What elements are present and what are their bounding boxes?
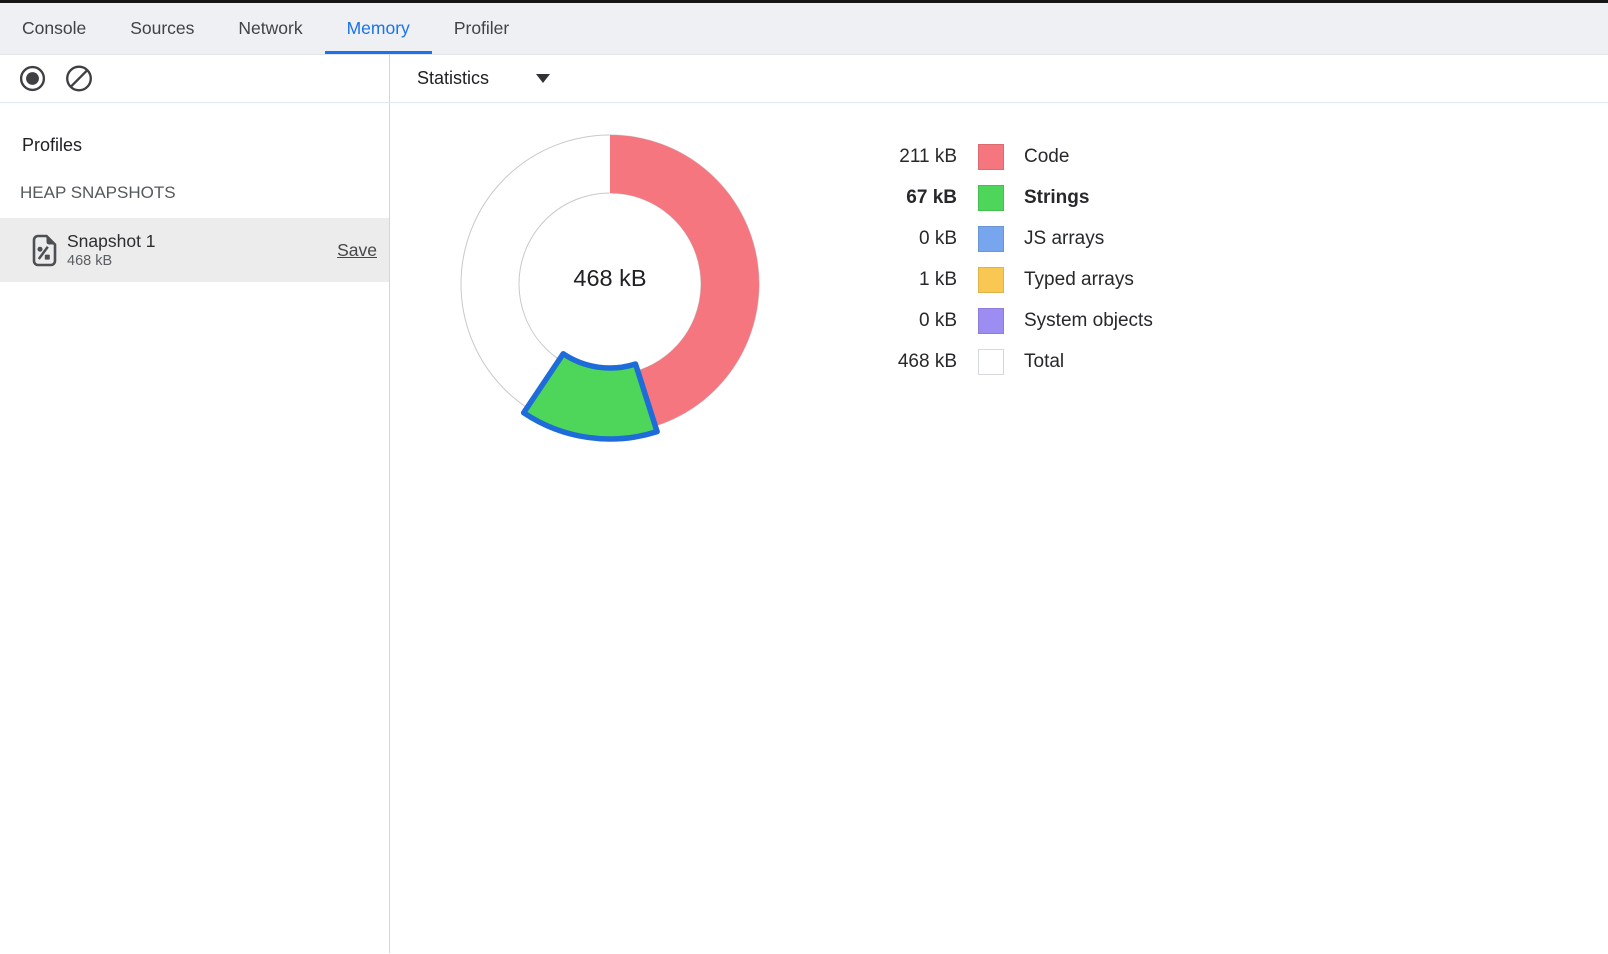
legend-label: Total — [1024, 351, 1064, 373]
tab-network[interactable]: Network — [216, 3, 324, 54]
snapshot-size: 468 kB — [67, 252, 156, 270]
legend-label: Typed arrays — [1024, 269, 1134, 291]
clear-profiles-button[interactable] — [64, 64, 94, 94]
legend-row-typed-arrays[interactable]: 1 kB Typed arrays — [835, 259, 1153, 300]
profiles-sidebar: Profiles HEAP SNAPSHOTS Snapshot 1 468 k… — [0, 103, 390, 953]
heap-statistics-donut-chart: 468 kB — [440, 114, 780, 454]
legend-swatch-typed-arrays — [978, 267, 1004, 293]
statistics-view: 468 kB 211 kB Code 67 kB Strings 0 kB JS… — [390, 103, 1608, 953]
devtools-tabbar: Console Sources Network Memory Profiler — [0, 3, 1608, 55]
chevron-down-icon — [536, 74, 550, 83]
snapshot-name: Snapshot 1 — [67, 231, 156, 252]
legend-value: 0 kB — [835, 310, 957, 332]
legend-swatch-code — [978, 144, 1004, 170]
toolbar-left-pane — [0, 55, 390, 102]
snapshot-texts: Snapshot 1 468 kB — [67, 231, 156, 270]
legend-label: Strings — [1024, 187, 1089, 209]
record-heap-snapshot-button[interactable] — [17, 64, 47, 94]
legend-label: Code — [1024, 146, 1069, 168]
snapshot-list-item[interactable]: Snapshot 1 468 kB Save — [0, 218, 389, 282]
save-snapshot-link[interactable]: Save — [337, 240, 377, 261]
legend-swatch-total — [978, 349, 1004, 375]
content-area: Profiles HEAP SNAPSHOTS Snapshot 1 468 k… — [0, 103, 1608, 953]
pie-segment-strings[interactable] — [524, 354, 657, 439]
legend-swatch-strings — [978, 185, 1004, 211]
memory-toolbar: Statistics — [0, 55, 1608, 103]
record-icon — [18, 64, 47, 93]
legend-value: 67 kB — [835, 187, 957, 209]
legend-label: System objects — [1024, 310, 1153, 332]
toolbar-right-pane: Statistics — [390, 55, 1608, 102]
legend-label: JS arrays — [1024, 228, 1104, 250]
tab-profiler[interactable]: Profiler — [432, 3, 531, 54]
clear-icon — [64, 63, 94, 94]
donut-total-label: 468 kB — [573, 265, 646, 291]
chart-legend: 211 kB Code 67 kB Strings 0 kB JS arrays… — [835, 136, 1153, 382]
heap-snapshot-file-icon — [30, 234, 57, 267]
legend-swatch-js-arrays — [978, 226, 1004, 252]
legend-value: 211 kB — [835, 146, 957, 168]
legend-value: 0 kB — [835, 228, 957, 250]
tab-sources[interactable]: Sources — [108, 3, 216, 54]
tab-console[interactable]: Console — [0, 3, 108, 54]
legend-value: 468 kB — [835, 351, 957, 373]
legend-value: 1 kB — [835, 269, 957, 291]
legend-row-js-arrays[interactable]: 0 kB JS arrays — [835, 218, 1153, 259]
legend-swatch-system-objects — [978, 308, 1004, 334]
perspective-select[interactable]: Statistics — [417, 68, 550, 89]
legend-row-system-objects[interactable]: 0 kB System objects — [835, 300, 1153, 341]
legend-row-code[interactable]: 211 kB Code — [835, 136, 1153, 177]
legend-row-strings[interactable]: 67 kB Strings — [835, 177, 1153, 218]
sidebar-title: Profiles — [22, 135, 389, 156]
heap-snapshots-section-header: HEAP SNAPSHOTS — [20, 183, 389, 203]
perspective-select-value: Statistics — [417, 68, 489, 89]
legend-row-total[interactable]: 468 kB Total — [835, 341, 1153, 382]
tab-memory[interactable]: Memory — [325, 3, 432, 54]
